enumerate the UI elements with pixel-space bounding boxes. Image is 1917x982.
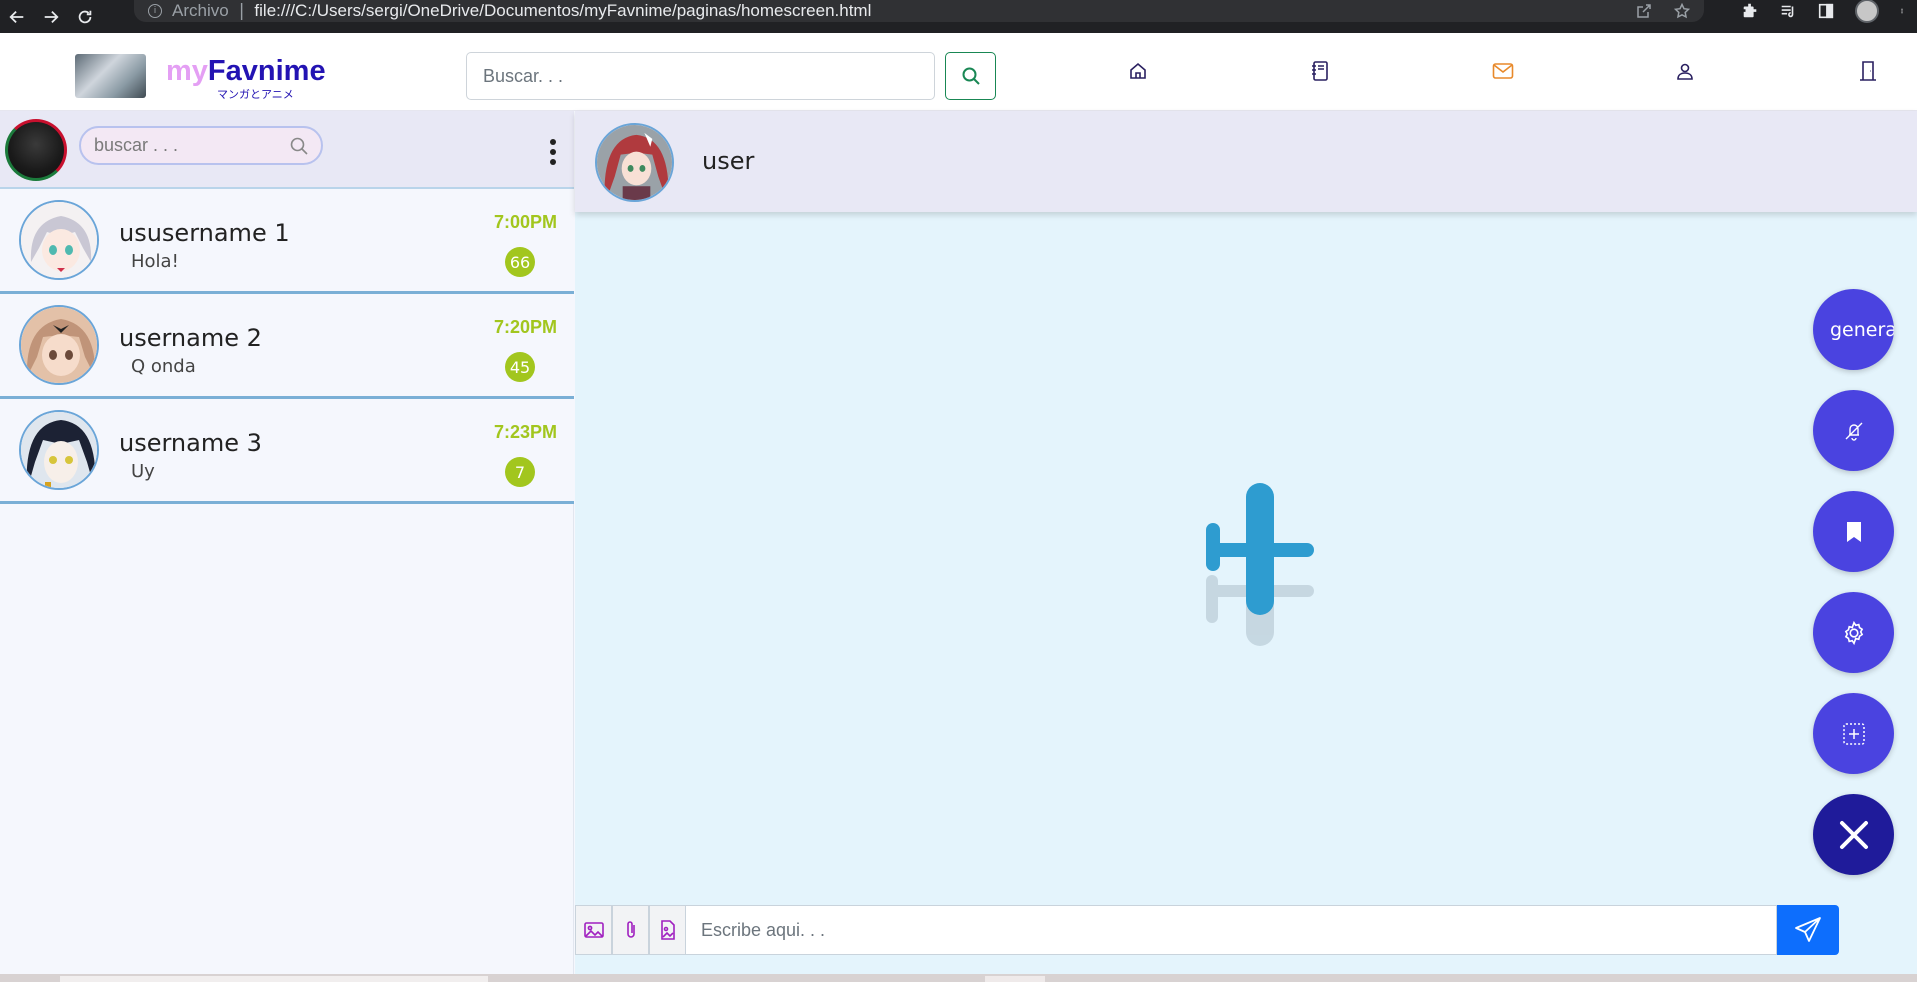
logo-my: my <box>166 55 208 87</box>
more-options-icon[interactable] <box>543 134 563 170</box>
unread-badge: 66 <box>505 247 535 277</box>
message-time: 7:00PM <box>493 212 557 232</box>
url-text[interactable]: file:///C:/Users/sergi/OneDrive/Document… <box>254 1 871 21</box>
message-time: 7:20PM <box>493 317 557 337</box>
unread-badge: 7 <box>505 457 535 487</box>
browser-toolbar: i Archivo | file:///C:/Users/sergi/OneDr… <box>0 0 1917 33</box>
conversation-contact-name: user <box>702 147 755 175</box>
reload-icon[interactable] <box>68 0 102 33</box>
contact-name: ususername 1 <box>119 219 290 247</box>
media-icon[interactable] <box>1779 2 1797 20</box>
address-bar[interactable]: i Archivo | file:///C:/Users/sergi/OneDr… <box>134 0 1704 22</box>
menu-dots-icon[interactable] <box>1899 2 1905 20</box>
plane-illustration <box>1206 483 1314 646</box>
last-message: Q onda <box>131 356 196 377</box>
file-image-icon <box>660 920 675 940</box>
bell-slash-icon <box>1845 422 1862 441</box>
back-icon[interactable] <box>0 0 34 33</box>
star-icon[interactable] <box>1674 3 1690 19</box>
search-icon[interactable] <box>289 136 309 156</box>
address-bar-actions <box>1636 0 1690 22</box>
contact-avatar <box>19 305 99 385</box>
strip-segment <box>985 976 1045 982</box>
conversation-panel: user <box>575 111 1917 974</box>
attach-sticker-button[interactable] <box>649 905 686 955</box>
message-composer <box>575 905 1839 955</box>
chat-list-header <box>0 111 574 189</box>
scheme-label: Archivo <box>172 1 229 20</box>
chat-search-input[interactable] <box>79 126 323 165</box>
app-logo[interactable]: myFavnime <box>166 55 326 88</box>
mute-notifications-button[interactable] <box>1813 390 1894 471</box>
home-icon[interactable] <box>1127 60 1149 82</box>
logo-image[interactable] <box>75 54 146 98</box>
generate-label: generar <box>1830 318 1894 341</box>
chat-list-sidebar: ususername 1 Hola! 7:00PM 66 username 2 … <box>0 111 574 974</box>
forward-icon[interactable] <box>34 0 68 33</box>
add-button[interactable] <box>1813 693 1894 774</box>
strip-segment <box>60 976 488 982</box>
contact-avatar <box>19 410 99 490</box>
extensions-icon[interactable] <box>1741 2 1759 20</box>
conversation-header: user <box>575 111 1917 212</box>
last-message: Hola! <box>131 251 179 272</box>
url-separator: | <box>238 1 245 21</box>
profile-avatar[interactable] <box>1855 0 1879 23</box>
unread-badge: 45 <box>505 352 535 382</box>
contact-name: username 3 <box>119 429 262 457</box>
sidepanel-icon[interactable] <box>1817 2 1835 20</box>
logo-favnime: Favnime <box>207 55 326 87</box>
share-icon[interactable] <box>1636 3 1652 19</box>
last-message: Uy <box>131 461 155 482</box>
paperclip-icon <box>626 921 635 938</box>
info-icon[interactable]: i <box>148 4 162 18</box>
message-time: 7:23PM <box>493 422 557 442</box>
logo-subtitle: マンガとアニメ <box>217 88 294 101</box>
send-icon <box>1795 917 1821 942</box>
search-button[interactable] <box>945 52 996 100</box>
contact-name: username 2 <box>119 324 262 352</box>
door-icon[interactable] <box>1857 60 1879 82</box>
chat-list-item[interactable]: username 2 Q onda 7:20PM 45 <box>0 294 574 399</box>
bookmark-icon <box>1846 521 1861 542</box>
journal-icon[interactable] <box>1309 60 1331 82</box>
browser-actions <box>1741 0 1917 23</box>
envelope-icon[interactable] <box>1492 60 1514 82</box>
close-menu-button[interactable] <box>1813 794 1894 875</box>
my-avatar[interactable] <box>5 119 67 181</box>
search-icon <box>962 67 980 85</box>
person-icon[interactable] <box>1674 60 1696 82</box>
image-icon <box>583 922 604 938</box>
contact-avatar <box>19 200 99 280</box>
generate-button[interactable]: generar <box>1813 289 1894 370</box>
contact-avatar[interactable] <box>595 123 674 202</box>
chat-list-item[interactable]: ususername 1 Hola! 7:00PM 66 <box>0 189 574 294</box>
gear-icon <box>1844 620 1863 645</box>
attach-file-button[interactable] <box>612 905 649 955</box>
bookmark-button[interactable] <box>1813 491 1894 572</box>
chat-list-item[interactable]: username 3 Uy 7:23PM 7 <box>0 399 574 504</box>
send-button[interactable] <box>1777 905 1839 955</box>
close-icon <box>1839 820 1868 849</box>
global-search-input[interactable] <box>466 52 935 100</box>
plus-square-dotted-icon <box>1842 722 1865 745</box>
attach-image-button[interactable] <box>575 905 612 955</box>
settings-button[interactable] <box>1813 592 1894 673</box>
message-input[interactable] <box>686 905 1777 955</box>
bottom-strip <box>0 974 1917 982</box>
